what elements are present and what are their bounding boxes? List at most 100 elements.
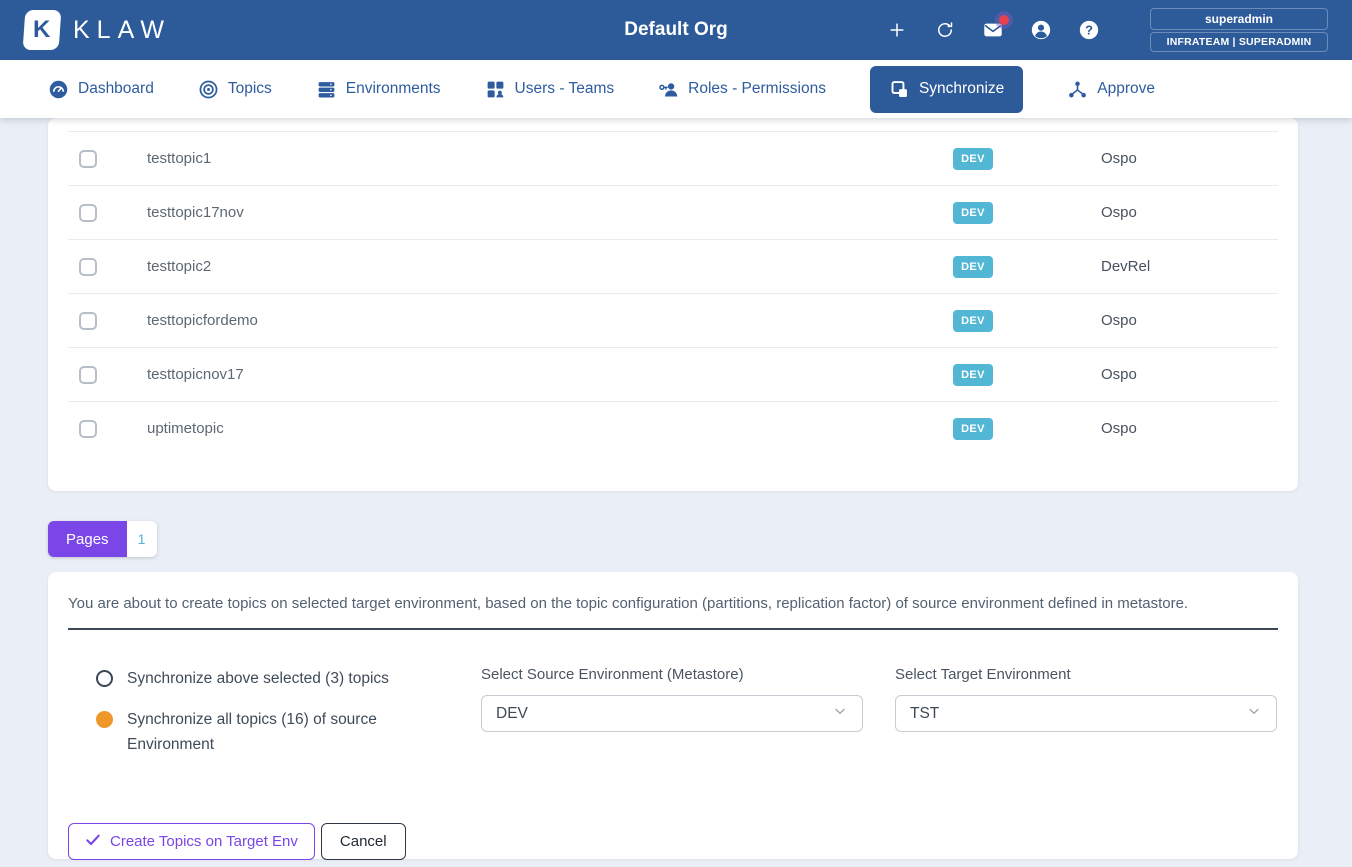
nav-item-environments[interactable]: Environments <box>316 79 441 100</box>
topic-name: testtopic2 <box>108 258 888 275</box>
source-environment-field: Select Source Environment (Metastore) DE… <box>481 666 863 773</box>
topics-table: testtopic1 DEV Ospo testtopic17nov DEV O… <box>48 118 1298 491</box>
team-role-chip[interactable]: INFRATEAM | SUPERADMIN <box>1150 32 1328 52</box>
approve-icon <box>1067 79 1088 100</box>
topic-name: testtopicfordemo <box>108 312 888 329</box>
dashboard-icon <box>48 79 69 100</box>
row-checkbox[interactable] <box>79 366 97 384</box>
sync-panel: You are about to create topics on select… <box>48 572 1298 859</box>
klaw-logo-icon: K <box>23 10 62 50</box>
row-checkbox[interactable] <box>79 420 97 438</box>
nav-label: Synchronize <box>919 80 1004 98</box>
row-checkbox[interactable] <box>79 150 97 168</box>
mail-icon[interactable] <box>982 19 1004 41</box>
radio-label: Synchronize above selected (3) topics <box>127 666 389 691</box>
refresh-icon[interactable] <box>934 19 956 41</box>
sync-form: Synchronize above selected (3) topics Sy… <box>68 666 1278 773</box>
nav-label: Environments <box>346 80 441 98</box>
divider <box>68 628 1278 630</box>
header-actions: ? superadmin INFRATEAM | SUPERADMIN <box>886 0 1328 60</box>
topic-name: testtopicnov17 <box>108 366 888 383</box>
topics-icon <box>198 79 219 100</box>
username-chip[interactable]: superadmin <box>1150 8 1328 30</box>
brand-name: KLAW <box>73 16 171 45</box>
table-row: testtopic2 DEV DevRel <box>68 239 1278 293</box>
topic-name: testtopic17nov <box>108 204 888 221</box>
nav-item-topics[interactable]: Topics <box>198 79 272 100</box>
chevron-down-icon <box>832 703 848 724</box>
nav-item-synchronize[interactable]: Synchronize <box>870 66 1023 113</box>
target-environment-field: Select Target Environment TST <box>895 666 1277 773</box>
team-name: Ospo <box>1058 312 1278 329</box>
plus-icon[interactable] <box>886 19 908 41</box>
radio-label: Synchronize all topics (16) of source En… <box>127 707 432 757</box>
radio-sync-selected[interactable]: Synchronize above selected (3) topics <box>96 666 481 691</box>
topic-name: testtopic1 <box>108 150 888 167</box>
table-row: testtopicfordemo DEV Ospo <box>68 293 1278 347</box>
notification-badge <box>999 15 1009 25</box>
env-badge: DEV <box>953 418 993 440</box>
main-nav: Dashboard Topics Environments Users - Te… <box>0 60 1352 118</box>
chevron-down-icon <box>1246 703 1262 724</box>
nav-label: Users - Teams <box>515 80 615 98</box>
help-icon[interactable]: ? <box>1078 19 1100 41</box>
logo-letter: K <box>33 16 50 44</box>
table-scroll-clip <box>68 118 1278 131</box>
team-name: Ospo <box>1058 366 1278 383</box>
topic-name: uptimetopic <box>108 420 888 437</box>
row-checkbox[interactable] <box>79 204 97 222</box>
radio-checked-icon[interactable] <box>96 711 113 728</box>
cancel-button[interactable]: Cancel <box>321 823 406 860</box>
team-name: DevRel <box>1058 258 1278 275</box>
nav-label: Topics <box>228 80 272 98</box>
pages-button[interactable]: Pages <box>48 521 127 557</box>
table-row: testtopic1 DEV Ospo <box>68 131 1278 185</box>
synchronize-icon <box>889 79 910 100</box>
nav-label: Roles - Permissions <box>688 80 826 98</box>
sync-info-text: You are about to create topics on select… <box>68 594 1278 614</box>
env-badge: DEV <box>953 202 993 224</box>
target-environment-select[interactable]: TST <box>895 695 1277 732</box>
source-environment-select[interactable]: DEV <box>481 695 863 732</box>
user-icon[interactable] <box>1030 19 1052 41</box>
team-name: Ospo <box>1058 204 1278 221</box>
row-checkbox[interactable] <box>79 258 97 276</box>
nav-label: Dashboard <box>78 80 154 98</box>
nav-item-dashboard[interactable]: Dashboard <box>48 79 154 100</box>
row-checkbox[interactable] <box>79 312 97 330</box>
nav-item-users-teams[interactable]: Users - Teams <box>485 79 615 100</box>
radio-group: Synchronize above selected (3) topics Sy… <box>68 666 481 773</box>
page-number[interactable]: 1 <box>127 521 157 557</box>
table-row: testtopicnov17 DEV Ospo <box>68 347 1278 401</box>
brand[interactable]: K KLAW <box>24 10 171 50</box>
create-topics-button[interactable]: Create Topics on Target Env <box>68 823 315 860</box>
source-environment-label: Select Source Environment (Metastore) <box>481 666 863 683</box>
nav-item-roles-permissions[interactable]: Roles - Permissions <box>658 79 826 100</box>
env-badge: DEV <box>953 310 993 332</box>
env-badge: DEV <box>953 364 993 386</box>
org-title: Default Org <box>624 19 727 41</box>
select-value: TST <box>910 705 939 723</box>
env-badge: DEV <box>953 148 993 170</box>
svg-text:?: ? <box>1085 23 1093 38</box>
table-row: uptimetopic DEV Ospo <box>68 401 1278 455</box>
check-icon <box>85 832 101 852</box>
app-header: K KLAW Default Org ? superadmin INFRATEA… <box>0 0 1352 60</box>
environments-icon <box>316 79 337 100</box>
table-row: testtopic17nov DEV Ospo <box>68 185 1278 239</box>
radio-unchecked-icon[interactable] <box>96 670 113 687</box>
roles-permissions-icon <box>658 79 679 100</box>
nav-item-approve[interactable]: Approve <box>1067 79 1155 100</box>
user-info: superadmin INFRATEAM | SUPERADMIN <box>1150 8 1328 52</box>
team-name: Ospo <box>1058 420 1278 437</box>
env-badge: DEV <box>953 256 993 278</box>
radio-sync-all[interactable]: Synchronize all topics (16) of source En… <box>96 707 481 757</box>
target-environment-label: Select Target Environment <box>895 666 1277 683</box>
create-topics-label: Create Topics on Target Env <box>110 833 298 850</box>
team-name: Ospo <box>1058 150 1278 167</box>
select-value: DEV <box>496 705 528 723</box>
users-teams-icon <box>485 79 506 100</box>
pagination: Pages 1 <box>48 521 157 557</box>
action-buttons: Create Topics on Target Env Cancel <box>68 823 1278 860</box>
nav-label: Approve <box>1097 80 1155 98</box>
